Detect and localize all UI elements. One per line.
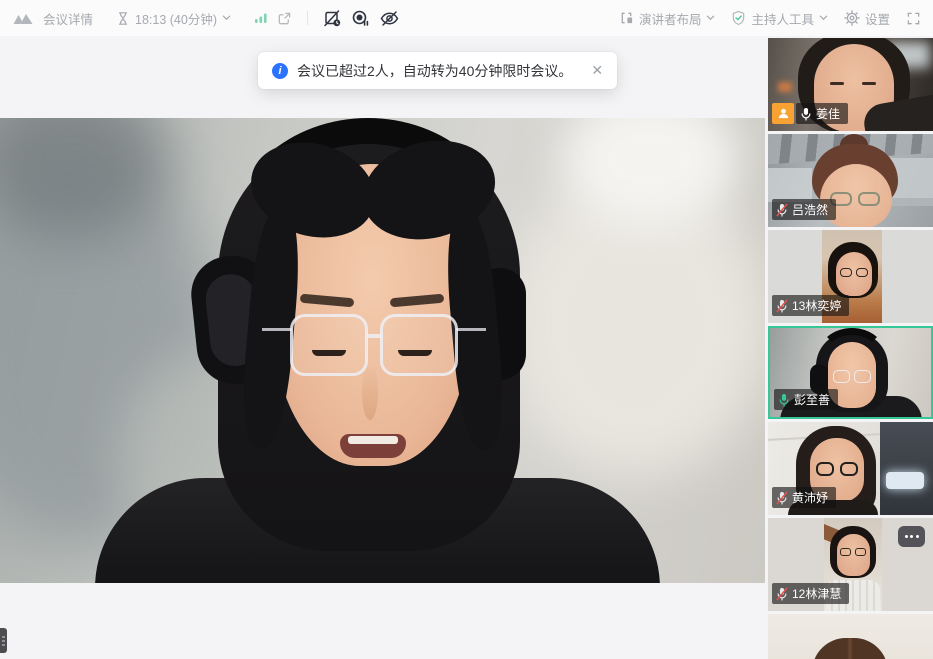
meeting-limit-banner: i 会议已超过2人，自动转为40分钟限时会议。 ✕ xyxy=(258,52,617,89)
transcription-off-icon[interactable] xyxy=(323,9,342,28)
meeting-toolbar: 会议详情 18:13 (40分钟) xyxy=(0,0,933,36)
meeting-timer[interactable]: 18:13 (40分钟) xyxy=(116,9,231,28)
recording-indicator-icon[interactable] xyxy=(351,9,370,28)
participant-name: 13林奕婷 xyxy=(792,297,841,314)
participant-name: 姜佳 xyxy=(816,105,840,122)
meeting-details-label: 会议详情 xyxy=(43,9,93,28)
banner-close-icon[interactable]: ✕ xyxy=(591,62,603,79)
chevron-down-icon xyxy=(706,15,715,21)
shield-check-icon xyxy=(731,10,746,26)
network-signal-icon[interactable] xyxy=(254,12,268,24)
participant-tile[interactable]: 姜佳 xyxy=(768,38,933,131)
chevron-down-icon xyxy=(222,15,231,21)
fullscreen-icon[interactable] xyxy=(906,11,921,26)
participant-tile[interactable]: 12林津慧 xyxy=(768,518,933,611)
timer-text: 18:13 (40分钟) xyxy=(135,9,217,28)
participant-name: 吕浩然 xyxy=(792,201,828,218)
layout-selector-button[interactable]: 演讲者布局 xyxy=(619,9,716,28)
participant-tile[interactable]: 黄沛妤 xyxy=(768,422,933,515)
speaker-layout-label: 演讲者布局 xyxy=(639,9,702,28)
mic-muted-icon xyxy=(776,203,788,217)
host-badge-icon xyxy=(772,103,794,124)
participant-tile[interactable]: 吕浩然 xyxy=(768,134,933,227)
participant-name: 黄沛妤 xyxy=(792,489,828,506)
hourglass-icon xyxy=(116,11,130,26)
mic-on-icon xyxy=(800,107,812,121)
meeting-details-button[interactable]: 会议详情 xyxy=(43,9,93,28)
settings-button[interactable]: 设置 xyxy=(844,9,890,28)
glasses xyxy=(290,314,368,376)
mic-muted-icon xyxy=(776,299,788,313)
participant-name: 彭至善 xyxy=(794,391,830,408)
participant-tile-partial[interactable] xyxy=(768,614,933,659)
mic-muted-icon xyxy=(776,587,788,601)
toolbar-divider xyxy=(307,11,308,25)
main-video-stage[interactable] xyxy=(0,118,765,583)
meeting-app-window: { "topbar": { "meeting_details_label": "… xyxy=(0,0,933,659)
participant-tile[interactable]: 13林奕婷 xyxy=(768,230,933,323)
banner-message: 会议已超过2人，自动转为40分钟限时会议。 xyxy=(297,61,572,81)
app-logo-icon xyxy=(12,11,34,26)
settings-label: 设置 xyxy=(865,9,890,28)
hide-view-eye-off-icon[interactable] xyxy=(379,9,400,28)
chevron-down-icon xyxy=(819,15,828,21)
info-icon: i xyxy=(272,63,288,79)
speaker-layout-icon xyxy=(619,11,634,25)
participant-name: 12林津慧 xyxy=(792,585,841,602)
gear-icon xyxy=(844,10,860,26)
participant-tile-active-speaker[interactable]: 彭至善 xyxy=(768,326,933,419)
mic-speaking-icon xyxy=(778,393,790,407)
collapsed-panel-handle[interactable] xyxy=(0,628,7,653)
host-tools-button[interactable]: 主持人工具 xyxy=(731,9,828,28)
host-tools-label: 主持人工具 xyxy=(751,9,814,28)
open-external-icon[interactable] xyxy=(277,11,292,26)
tile-more-options-button[interactable] xyxy=(898,526,925,547)
mic-muted-icon xyxy=(776,491,788,505)
